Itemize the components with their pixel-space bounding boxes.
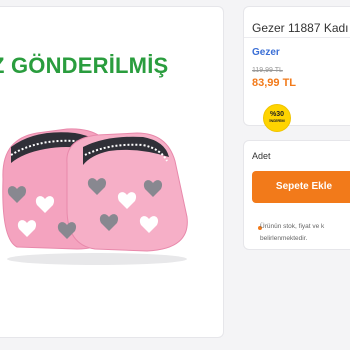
stock-info-note: Ürünün stok, fiyat ve k belirlenmektedir… [260, 221, 350, 245]
stock-note-line2: belirlenmektedir. [260, 235, 308, 242]
old-price: 119,99 TL [252, 67, 283, 74]
cart-card: Adet Sepete Ekle Ürünün stok, fiyat ve k… [243, 140, 350, 250]
discount-percent: %30 [269, 111, 284, 118]
discounted-price: 83,99 TL [252, 77, 297, 89]
divider [244, 37, 350, 38]
discount-badge: %30 İNDİRİM [263, 104, 291, 132]
product-info-card: Gezer 11887 Kadı Gezer 119,99 TL 83,99 T… [243, 6, 350, 126]
product-title: Gezer 11887 Kadı [252, 21, 349, 35]
discount-label: İNDİRİM [269, 118, 285, 123]
slipper-image[interactable] [0, 99, 224, 269]
stock-note-line1: Ürünün stok, fiyat ve k [260, 223, 325, 230]
right-slipper [66, 132, 188, 252]
quantity-label: Adet [252, 151, 271, 161]
promo-banner-text: Z GÖNDERİLMİŞ [0, 53, 169, 78]
product-image-card: Z GÖNDERİLMİŞ [0, 6, 224, 338]
brand-link[interactable]: Gezer [252, 47, 280, 58]
add-to-cart-button[interactable]: Sepete Ekle [252, 171, 350, 203]
